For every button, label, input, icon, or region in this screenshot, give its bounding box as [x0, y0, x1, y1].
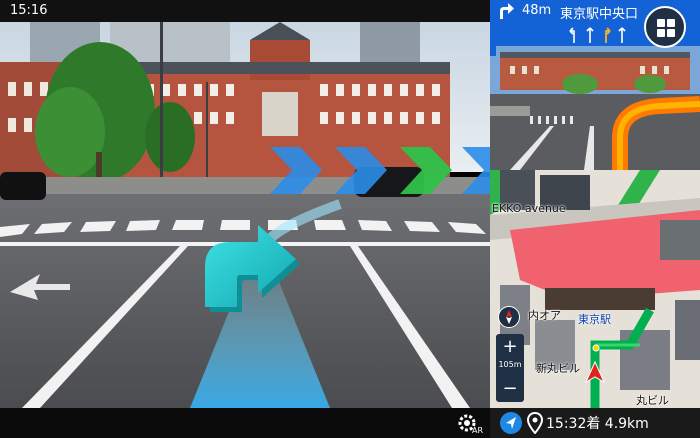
zoom-out-button[interactable]: −: [496, 378, 524, 400]
junction-view: [490, 46, 700, 170]
map-station-label: 東京駅: [578, 313, 611, 326]
map-building-label: 内オア: [528, 309, 561, 322]
right-turn-arrow-icon: [500, 3, 514, 19]
map-building-label: 新丸ビル: [536, 362, 580, 375]
zoom-in-button[interactable]: +: [496, 336, 524, 358]
ar-camera-view: [0, 22, 490, 408]
map-scale: 105m: [498, 360, 522, 369]
status-bar: 15:16: [0, 0, 490, 22]
lane-left-icon: [569, 27, 575, 43]
guidance-distance: 48m: [522, 3, 552, 18]
compass-icon: [506, 310, 512, 324]
junction-illustration: [490, 46, 700, 170]
eta-text: 15:32着 4.9km: [546, 416, 649, 432]
eta-bar: 15:32着 4.9km: [490, 408, 700, 438]
gear-ar-icon: AR: [458, 414, 483, 435]
guidance-place: 東京駅中央口: [560, 7, 639, 22]
lane-right-active-icon: [605, 27, 611, 43]
status-time: 15:16: [10, 3, 48, 18]
grid-menu-icon: [657, 19, 675, 37]
ar-label: AR: [472, 426, 483, 435]
navigation-arrow-icon: [506, 417, 516, 429]
right-panel: 48m 東京駅中央口 EKKO avenue 東京駅 内オア 新丸ビル 丸ビル …: [490, 0, 700, 408]
menu-button[interactable]: [644, 6, 686, 48]
ar-scene: [0, 22, 490, 408]
zoom-control: + 105m −: [496, 334, 524, 402]
location-pin-icon: [526, 412, 544, 434]
ar-settings-button[interactable]: AR: [456, 411, 484, 435]
compass-button[interactable]: [498, 306, 520, 328]
map-building-label: 丸ビル: [636, 394, 669, 407]
lane-straight-icon: [586, 27, 594, 43]
navigation-button[interactable]: [500, 412, 522, 434]
lane-straight-icon: [618, 27, 626, 43]
bottom-bar: AR: [0, 408, 490, 438]
map-view[interactable]: EKKO avenue 東京駅 内オア 新丸ビル 丸ビル + 105m −: [490, 170, 700, 408]
map-street-label: EKKO avenue: [492, 202, 566, 215]
